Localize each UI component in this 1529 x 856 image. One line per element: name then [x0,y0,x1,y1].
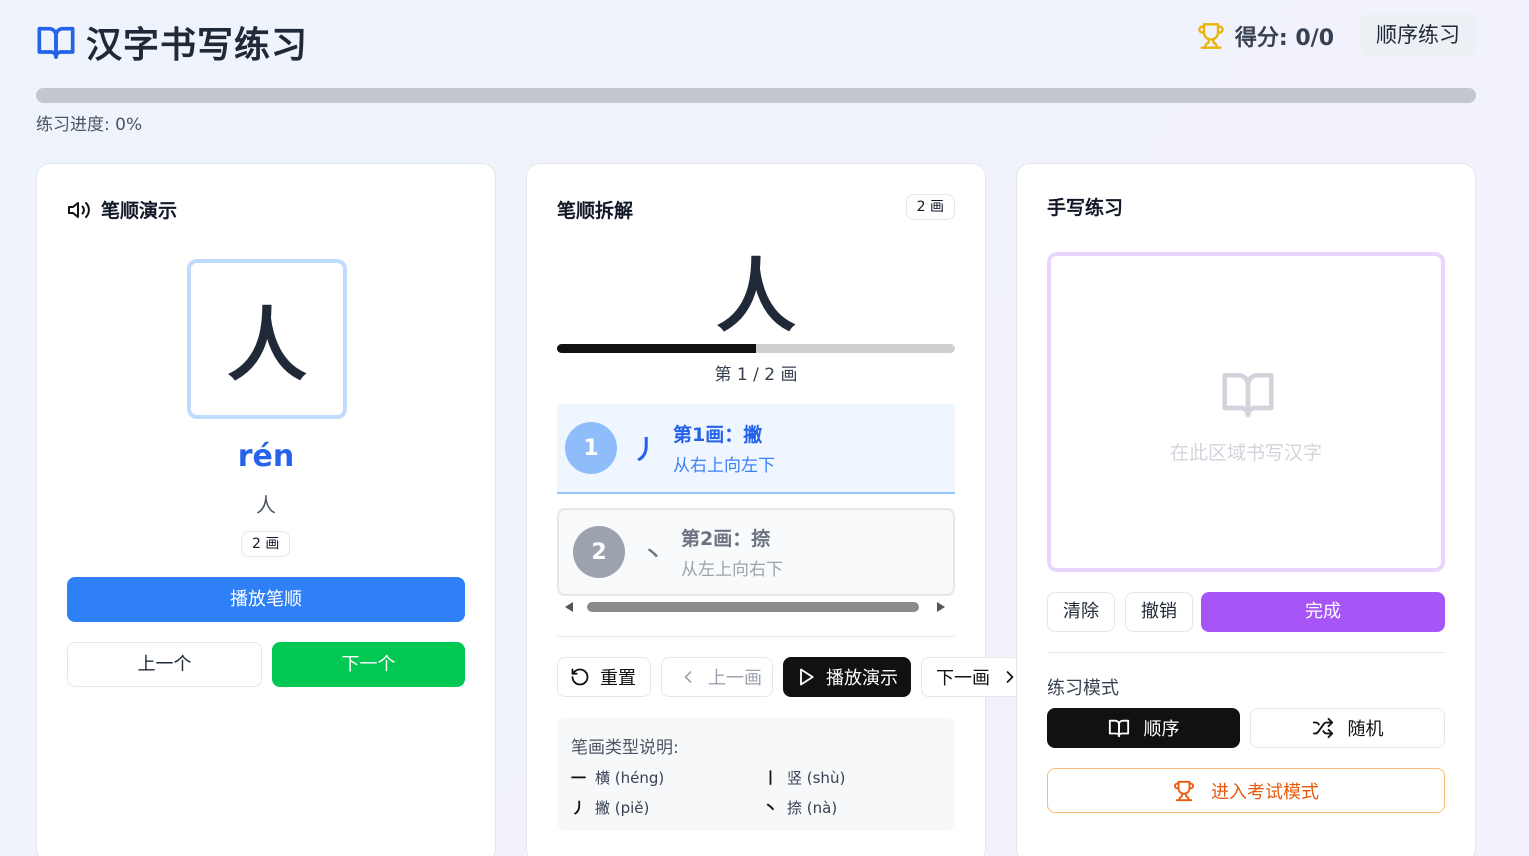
play-icon [800,668,814,686]
play-demo-label: 播放演示 [826,668,898,689]
app-logo: 汉字书写练习 [36,16,308,68]
scroll-right-arrow[interactable] [937,602,945,612]
done-button[interactable]: 完成 [1201,592,1445,632]
legend-item-pie: 丿 撇 (piě) [571,797,649,818]
pinyin: rén [237,439,295,474]
chevron-left-icon [684,671,692,683]
legend-item-shu: 丨 竖 (shù) [763,767,845,788]
scrollbar-thumb[interactable] [587,602,919,612]
speaker-icon [68,201,90,218]
stroke-breakdown-card: 笔顺拆解 2 画 人 第 1 / 2 画 1 丿 第1画：撇 从右上向左下 2 … [526,163,1021,856]
character-display: 人 [187,259,347,419]
random-mode-button[interactable]: 随机 [1250,708,1445,748]
legend-glyph: 丶 [763,799,779,817]
app-header: 汉字书写练习 得分: 0/0 顺序练习 [36,12,1476,66]
previous-stroke-label: 上一画 [708,668,762,689]
sequential-mode-button[interactable]: 顺序 [1047,708,1240,748]
practice-progress-bar [36,88,1476,103]
next-character-button[interactable]: 下一个 [272,642,465,687]
stroke-demo-card: 笔顺演示 人 rén 人 2 画 播放笔顺 上一个 下一个 [36,163,496,856]
stroke-count-badge: 2 画 [241,531,291,557]
stroke-count-badge: 2 画 [905,194,955,220]
legend-label: 撇 (piě) [595,799,650,817]
handwriting-canvas[interactable]: 在此区域书写汉字 [1047,252,1445,572]
canvas-hint: 在此区域书写汉字 [1169,442,1322,464]
stroke-controls: 重置 上一画 播放演示 下一画 [557,657,1021,697]
breakdown-card-title: 笔顺拆解 [557,200,634,222]
stroke-name: 第2画：捺 [681,528,771,550]
book-icon [1222,373,1274,418]
score-display: 得分: 0/0 [1197,20,1334,52]
trophy-icon [1198,23,1224,49]
legend-glyph: 丨 [763,769,779,787]
book-icon [1108,719,1129,738]
book-icon [37,26,75,59]
scroll-left-arrow[interactable] [565,602,573,612]
stroke-type-legend: 笔画类型说明: 一 横 (héng) 丨 竖 (shù) 丿 撇 (piě) 丶… [557,717,955,831]
exam-label: 进入考试模式 [1211,781,1319,803]
progress-label: 练习进度: 0% [36,115,143,135]
reset-button[interactable]: 重置 [557,657,651,697]
app-title: 汉字书写练习 [86,25,309,66]
undo-button[interactable]: 撤销 [1125,592,1193,632]
stroke-description: 从左上向右下 [681,560,783,580]
practice-mode-button[interactable]: 顺序练习 [1360,14,1476,56]
demo-card-title: 笔顺演示 [67,196,177,223]
score-text: 得分: 0/0 [1234,26,1334,51]
stroke-counter: 第 1 / 2 画 [714,365,798,385]
next-stroke-label: 下一画 [936,668,990,689]
stroke-description: 从右上向左下 [673,456,775,476]
sequential-label: 顺序 [1143,719,1180,740]
stroke-progress-bar [557,344,955,353]
stroke-number: 2 [573,526,625,578]
previous-character-button[interactable]: 上一个 [67,642,262,687]
random-label: 随机 [1347,719,1384,740]
stroke-list: 1 丿 第1画：撇 从右上向左下 2 丶 第2画：捺 从左上向右下 [557,404,955,599]
shuffle-icon [1312,717,1333,739]
play-stroke-order-button[interactable]: 播放笔顺 [67,577,465,622]
stroke-item-1[interactable]: 1 丿 第1画：撇 从右上向左下 [557,404,955,494]
play-demo-button[interactable]: 播放演示 [783,657,911,697]
breakdown-character: 人 [716,250,796,343]
handwriting-card: 手写练习 在此区域书写汉字 清除 撤销 完成 练习模式 顺序 随机 进入考试模式 [1016,163,1476,856]
exam-mode-button[interactable]: 进入考试模式 [1047,768,1445,813]
next-stroke-button[interactable]: 下一画 [921,657,1021,697]
legend-label: 横 (héng) [595,769,665,787]
meaning: 人 [256,493,276,517]
reset-label: 重置 [600,668,636,689]
practice-mode-label: 练习模式 [1047,678,1119,699]
demo-title-text: 笔顺演示 [101,200,178,222]
legend-label: 竖 (shù) [787,769,846,787]
stroke-progress-fill [557,344,756,353]
previous-stroke-button[interactable]: 上一画 [661,657,773,697]
handwriting-card-title: 手写练习 [1047,197,1124,219]
stroke-glyph: 丶 [643,541,663,566]
legend-title: 笔画类型说明: [571,738,679,758]
rotate-ccw-icon [571,668,589,686]
stroke-number: 1 [565,422,617,474]
legend-glyph: 一 [571,769,587,787]
divider [1047,652,1445,653]
stroke-glyph: 丿 [631,435,658,466]
stroke-info: 第1画：撇 从右上向左下 [673,420,775,476]
stroke-name: 第1画：撇 [673,424,763,446]
legend-item-heng: 一 横 (héng) [571,767,664,788]
stroke-info: 第2画：捺 从左上向右下 [681,524,783,580]
legend-item-na: 丶 捺 (nà) [763,797,837,818]
stroke-item-2[interactable]: 2 丶 第2画：捺 从左上向右下 [557,508,955,596]
legend-glyph: 丿 [571,799,587,817]
horizontal-scrollbar[interactable] [557,600,955,614]
clear-button[interactable]: 清除 [1047,592,1115,632]
legend-label: 捺 (nà) [787,799,838,817]
trophy-icon [1173,780,1195,801]
divider [557,636,955,637]
